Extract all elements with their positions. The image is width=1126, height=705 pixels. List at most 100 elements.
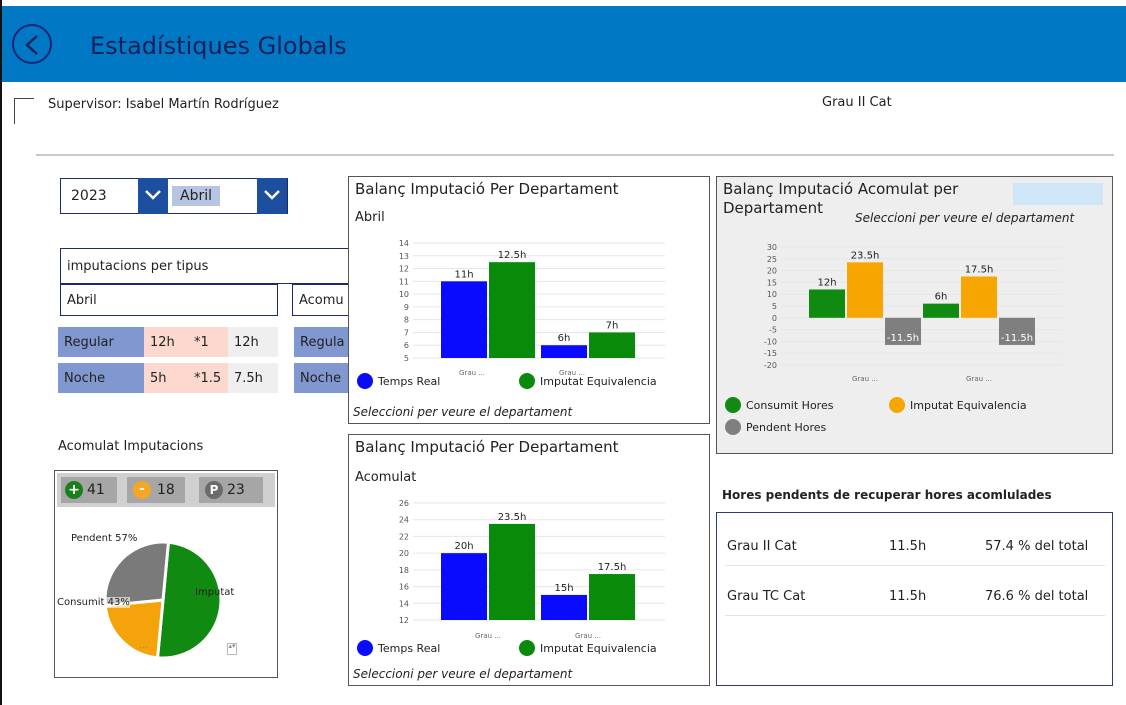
data-label: 17.5h bbox=[598, 562, 627, 573]
chart-acum-dept: 30 25 20 15 10 5 0 -5 -10 -15 -20 12h 23.5h -11.5h Gra… bbox=[764, 243, 1062, 383]
legend-label: Imputat Equivalencia bbox=[910, 398, 1027, 412]
chart-note: Seleccioni per veure el departament bbox=[353, 405, 573, 419]
y-tick-label: 18 bbox=[399, 566, 409, 575]
supervisor-label: Supervisor: Isabel Martín Rodríguez bbox=[48, 97, 279, 112]
app-root: Estadístiques Globals Supervisor: Isabel… bbox=[0, 0, 1126, 705]
legend-imputat: Imputat Equivalencia bbox=[519, 640, 657, 656]
bar bbox=[961, 276, 997, 318]
badge-value: 18 bbox=[157, 482, 175, 498]
row-hours: 5h bbox=[144, 363, 188, 393]
chevron-left-icon bbox=[25, 35, 38, 55]
imputacions-title: imputacions per tipus bbox=[60, 248, 350, 284]
y-tick-label: 14 bbox=[399, 599, 409, 608]
year-dropdown[interactable]: 2023 bbox=[60, 178, 168, 214]
legend-label: Temps Real bbox=[378, 374, 441, 388]
x-tick-label: Grau ... bbox=[575, 632, 601, 640]
pie-label-consumit: Consumit 43% bbox=[57, 597, 130, 608]
row-type: Noche bbox=[58, 363, 144, 393]
back-button[interactable] bbox=[12, 24, 52, 64]
bar bbox=[541, 345, 587, 358]
pie-label-pendent: Pendent 57% bbox=[71, 533, 138, 544]
page-title: Estadístiques Globals bbox=[90, 32, 347, 60]
data-label: -11.5h bbox=[887, 333, 919, 344]
badge-pendent: P 23 bbox=[199, 477, 263, 503]
row-type: Regular bbox=[58, 327, 144, 357]
year-dropdown-button[interactable] bbox=[138, 178, 168, 214]
bar bbox=[489, 262, 535, 358]
row-result: 7.5h bbox=[228, 363, 278, 393]
bar bbox=[489, 523, 535, 620]
pending-hours: 11.5h bbox=[889, 539, 927, 554]
chevron-down-icon bbox=[145, 190, 161, 200]
year-value: 2023 bbox=[71, 188, 107, 204]
y-tick-label: 12 bbox=[399, 616, 409, 625]
bar bbox=[441, 281, 487, 358]
chart-acomulat-panel: Balanç Imputació Per Departament Acomula… bbox=[348, 434, 710, 686]
legend-imputat: Imputat Equivalencia bbox=[519, 373, 657, 389]
legend-dot bbox=[889, 397, 905, 413]
minus-icon: - bbox=[133, 481, 151, 499]
chart-note: Seleccioni per veure el departament bbox=[353, 667, 573, 681]
badge-consumit: - 18 bbox=[127, 477, 185, 503]
bar bbox=[541, 594, 587, 620]
y-tick-label: 5 bbox=[772, 302, 777, 311]
bar bbox=[441, 553, 487, 620]
legend-label: Temps Real bbox=[378, 641, 441, 655]
month-dropdown[interactable]: Abril bbox=[168, 178, 288, 214]
ellipsis-icon: ··· bbox=[139, 643, 149, 654]
y-tick-label: -15 bbox=[764, 349, 777, 358]
legend-label: Imputat Equivalencia bbox=[540, 641, 657, 655]
chart-note: Seleccioni per veure el departament bbox=[855, 211, 1075, 225]
p-icon: P bbox=[205, 481, 223, 499]
data-label: 12.5h bbox=[498, 250, 527, 261]
pie-slice bbox=[103, 598, 165, 660]
legend-label: Imputat Equivalencia bbox=[540, 374, 657, 388]
row-type-acum: Regula bbox=[294, 327, 350, 357]
x-tick-label: Grau ... bbox=[966, 375, 992, 383]
plus-icon: + bbox=[65, 481, 83, 499]
y-tick-label: 9 bbox=[404, 303, 409, 312]
scroll-icon[interactable]: ▴▾ bbox=[227, 643, 237, 655]
y-tick-label: 22 bbox=[399, 532, 409, 541]
table-row[interactable]: Grau TC Cat 11.5h 76.6 % del total bbox=[725, 576, 1105, 616]
legend-label: Pendent Hores bbox=[746, 420, 827, 434]
y-tick-label: 20 bbox=[399, 549, 409, 558]
pending-name: Grau II Cat bbox=[727, 539, 797, 554]
data-label: 6h bbox=[935, 292, 948, 303]
chevron-down-icon bbox=[264, 190, 280, 200]
imputacions-month-box: Abril bbox=[60, 284, 278, 316]
chart-subtitle: Acomulat bbox=[355, 470, 417, 485]
y-tick-label: 24 bbox=[399, 516, 409, 525]
y-tick-label: 26 bbox=[399, 499, 409, 508]
row-result: 12h bbox=[228, 327, 278, 357]
legend-dot bbox=[725, 419, 741, 435]
data-label: -11.5h bbox=[1001, 333, 1033, 344]
x-tick-label: Grau ... bbox=[475, 632, 501, 640]
y-tick-label: -5 bbox=[769, 326, 777, 335]
bar bbox=[847, 262, 883, 318]
legend-temps-real: Temps Real bbox=[357, 640, 440, 656]
divider bbox=[36, 154, 1114, 156]
pending-hours: 11.5h bbox=[889, 589, 927, 604]
legend-dot bbox=[519, 373, 535, 389]
data-label: 15h bbox=[554, 583, 573, 594]
pending-pct: 57.4 % del total bbox=[985, 539, 1089, 554]
supervisor-checkbox[interactable] bbox=[14, 98, 34, 124]
row-type-acum: Noche bbox=[294, 363, 350, 393]
y-tick-label: 13 bbox=[399, 252, 409, 261]
pending-title: Hores pendents de recuperar hores acomlu… bbox=[722, 488, 1052, 502]
bar bbox=[923, 303, 959, 318]
table-row[interactable]: Grau II Cat 11.5h 57.4 % del total bbox=[725, 526, 1105, 566]
pending-name: Grau TC Cat bbox=[727, 589, 806, 604]
legend-temps-real: Temps Real bbox=[357, 373, 440, 389]
data-label: 23.5h bbox=[498, 512, 527, 523]
month-dropdown-button[interactable] bbox=[257, 178, 287, 214]
acomulat-panel: + 41 - 18 P 23 Pendent 57% Consumit 43% … bbox=[54, 470, 278, 678]
y-tick-label: 25 bbox=[767, 255, 777, 264]
y-tick-label: 8 bbox=[404, 316, 409, 325]
y-tick-label: 12 bbox=[399, 265, 409, 274]
pending-table: Grau II Cat 11.5h 57.4 % del total Grau … bbox=[716, 512, 1113, 686]
header-bar: Estadístiques Globals bbox=[2, 6, 1126, 82]
y-tick-label: 5 bbox=[404, 354, 409, 363]
data-label: 12h bbox=[817, 277, 836, 288]
